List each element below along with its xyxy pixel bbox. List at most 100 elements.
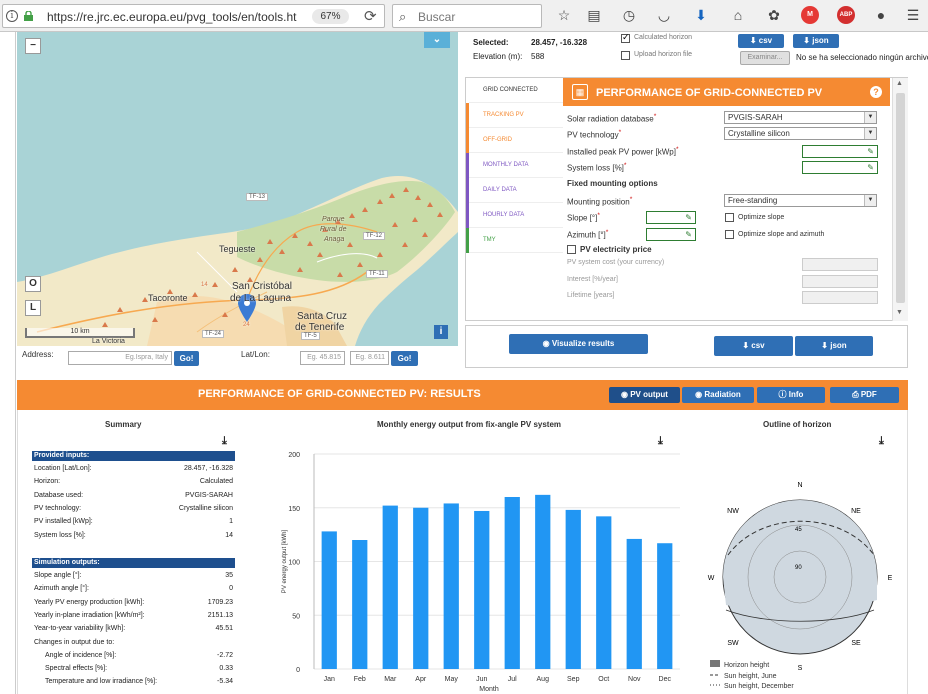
visualize-results-button[interactable]: ◉ Visualize results: [509, 334, 648, 354]
summary-key: PV technology:: [34, 504, 82, 512]
info-icon: ⓘ: [778, 390, 789, 399]
summary-key: Location [Lat/Lon]:: [34, 465, 92, 472]
solar-db-select[interactable]: PVGIS-SARAH: [724, 111, 877, 124]
map-button-o[interactable]: O: [25, 276, 41, 292]
system-cost-input[interactable]: [802, 258, 878, 271]
star-icon[interactable]: ☆: [555, 6, 573, 24]
tab-tracking-pv[interactable]: TRACKING PV: [466, 103, 563, 128]
info-button[interactable]: ⓘ Info: [757, 387, 825, 403]
peak-power-label: Installed peak PV power [kWp]*: [567, 146, 679, 157]
system-loss-input[interactable]: ✎: [802, 161, 878, 174]
provided-inputs-heading: Provided inputs:: [32, 451, 235, 461]
radiation-label: Radiation: [704, 390, 741, 399]
upload-horizon-checkbox[interactable]: [621, 51, 630, 60]
top-csv-button[interactable]: ⬇ csv: [738, 34, 784, 48]
address-input[interactable]: Eg.Ispra, Italy: [68, 351, 172, 365]
slope-input[interactable]: ✎: [646, 211, 696, 224]
print-icon: ⎙: [852, 390, 861, 399]
interest-input[interactable]: [802, 275, 878, 288]
viz-json-button[interactable]: ⬇ json: [795, 336, 873, 356]
scroll-up-icon[interactable]: ▲: [896, 80, 903, 87]
extension-icon[interactable]: ✿: [765, 6, 783, 24]
viz-json-label: json: [830, 341, 847, 350]
pv-tech-select[interactable]: Crystalline silicon: [724, 127, 877, 140]
road-number: 14: [201, 282, 208, 288]
slope-label: Slope [°]*: [567, 212, 600, 223]
summary-value: 28.457, -16.328: [183, 465, 233, 472]
azimuth-input[interactable]: ✎: [646, 228, 696, 241]
history-icon[interactable]: ◷: [620, 6, 638, 24]
reading-list-icon[interactable]: ▤: [585, 6, 603, 24]
url-bar[interactable]: i https://re.jrc.ec.europa.eu/pvg_tools/…: [2, 4, 385, 28]
compass-se: SE: [851, 640, 861, 647]
tool-tabs: GRID CONNECTED TRACKING PV OFF-GRID MONT…: [466, 78, 563, 321]
pv-output-label: PV output: [630, 390, 668, 399]
menu-icon[interactable]: ☰: [904, 6, 922, 24]
pdf-button[interactable]: ⎙ PDF: [830, 387, 899, 403]
horizon-title: Outline of horizon: [763, 420, 832, 429]
tab-hourly-data[interactable]: HOURLY DATA: [466, 203, 563, 228]
help-icon[interactable]: ?: [870, 86, 882, 98]
peak-power-input[interactable]: ✎: [802, 145, 878, 158]
tab-off-grid[interactable]: OFF-GRID: [466, 128, 563, 153]
examinar-button[interactable]: Examinar...: [740, 51, 790, 65]
road-tag: TF-11: [366, 270, 388, 278]
panel-scrollbar[interactable]: ▲ ▼: [892, 78, 908, 321]
optimize-slope-azimuth-checkbox[interactable]: [725, 230, 734, 239]
pv-price-label: PV electricity price: [580, 245, 652, 254]
pv-price-checkbox[interactable]: [567, 245, 576, 254]
pdf-label: PDF: [860, 390, 877, 399]
optimize-slope-checkbox[interactable]: [725, 213, 734, 222]
tab-monthly-data[interactable]: MONTHLY DATA: [466, 153, 563, 178]
download-icon[interactable]: ⬇: [692, 6, 710, 24]
summary-key: Spectral effects [%]:: [45, 665, 108, 673]
top-csv-label: csv: [758, 36, 773, 45]
summary-download-icon[interactable]: ⤓: [222, 435, 227, 448]
lifetime-input[interactable]: [802, 291, 878, 304]
pocket-icon[interactable]: ◡: [655, 6, 673, 24]
system-cost-label: PV system cost (your currency): [567, 259, 665, 266]
info-icon[interactable]: i: [6, 10, 18, 22]
viz-csv-label: csv: [751, 341, 765, 350]
summary-value: 35: [225, 572, 233, 579]
legend-horizon-swatch: [710, 660, 720, 667]
adblock-icon[interactable]: ABP: [837, 6, 855, 24]
zoom-level[interactable]: 67%: [312, 9, 349, 24]
summary-key: Yearly PV energy production [kWh]:: [34, 598, 145, 606]
info-label: Info: [788, 390, 804, 399]
tab-daily-data[interactable]: DAILY DATA: [466, 178, 563, 203]
lon-input[interactable]: Eg. 8.611: [350, 351, 389, 365]
pv-output-button[interactable]: ◉ PV output: [609, 387, 680, 403]
map-view[interactable]: − ⌄ O L 10 km i Tegueste San Cristóbal d…: [17, 32, 458, 346]
scroll-down-icon[interactable]: ▼: [896, 309, 903, 316]
map-label-rural-de: Rural de: [320, 226, 347, 233]
tab-tmy[interactable]: TMY: [466, 228, 563, 253]
calculated-horizon-checkbox[interactable]: [621, 32, 630, 43]
scrollbar-thumb[interactable]: [896, 93, 905, 303]
fixed-mounting-heading: Fixed mounting options: [567, 179, 658, 188]
summary-value: 1709.23: [207, 598, 233, 606]
bar-jan: [321, 531, 337, 669]
map-button-l[interactable]: L: [25, 300, 41, 316]
mega-extension-icon[interactable]: M: [801, 6, 819, 24]
reload-icon[interactable]: ⟳: [364, 7, 377, 25]
radiation-button[interactable]: ◉ Radiation: [682, 387, 754, 403]
mounting-position-select[interactable]: Free-standing: [724, 194, 877, 207]
home-icon[interactable]: ⌂: [729, 6, 747, 24]
top-json-button[interactable]: ⬇ json: [793, 34, 839, 48]
summary-row: System loss [%]: 14: [34, 532, 233, 545]
layers-button[interactable]: ⌄: [424, 32, 450, 48]
bar-mar: [382, 505, 398, 669]
ghostery-icon[interactable]: ●: [872, 6, 890, 24]
tab-grid-connected[interactable]: GRID CONNECTED: [466, 78, 563, 103]
lat-input[interactable]: Eg. 45.815: [300, 351, 345, 365]
viz-csv-button[interactable]: ⬇ csv: [714, 336, 793, 356]
address-go-button[interactable]: Go!: [174, 351, 199, 366]
map-info-button[interactable]: i: [434, 325, 448, 339]
search-bar[interactable]: ⌕ Buscar: [392, 4, 542, 28]
results-header: PERFORMANCE OF GRID-CONNECTED PV: RESULT…: [17, 380, 908, 410]
latlon-go-button[interactable]: Go!: [391, 351, 418, 366]
summary-key: Changes in output due to:: [34, 638, 115, 646]
x-tick-label: Feb: [354, 676, 366, 683]
zoom-out-button[interactable]: −: [25, 38, 41, 54]
